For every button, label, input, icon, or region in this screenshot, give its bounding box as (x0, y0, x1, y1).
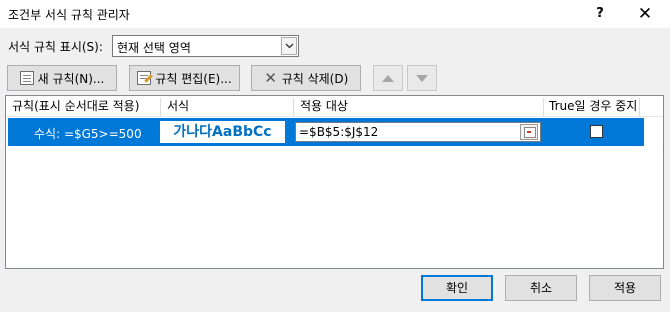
arrow-up-icon (382, 74, 394, 82)
column-header-stop-if-true[interactable]: True일 경우 중지 (545, 96, 637, 117)
chevron-down-icon[interactable] (281, 37, 297, 55)
column-divider (160, 98, 161, 116)
stop-if-true-checkbox[interactable] (590, 125, 603, 138)
title-bar: 조건부 서식 규칙 관리자 ? ✕ (0, 0, 670, 28)
arrow-down-icon (416, 74, 428, 82)
close-button[interactable]: ✕ (625, 1, 665, 27)
delete-rule-label: 규칙 삭제(D) (281, 71, 349, 86)
column-header-format[interactable]: 서식 (163, 96, 189, 117)
ok-button[interactable]: 확인 (421, 275, 493, 301)
format-preview: 가나다AaBbCc (160, 121, 285, 143)
rule-description: 수식: =$G5>=500 (34, 127, 142, 141)
table-header: 규칙(표시 순서대로 적용) 서식 적용 대상 True일 경우 중지 (6, 96, 663, 117)
column-divider (293, 98, 294, 116)
delete-rule-button[interactable]: ✕ 규칙 삭제(D) (251, 65, 361, 91)
new-rule-button[interactable]: 새 규칙(N)... (7, 65, 117, 91)
column-header-applies-to[interactable]: 적용 대상 (296, 96, 348, 117)
move-down-button[interactable] (407, 65, 437, 91)
dialog-title: 조건부 서식 규칙 관리자 (8, 8, 130, 22)
delete-x-icon: ✕ (264, 69, 277, 87)
rules-table: 규칙(표시 순서대로 적용) 서식 적용 대상 True일 경우 중지 수식: … (5, 95, 664, 269)
column-divider (639, 98, 640, 116)
edit-rule-icon (137, 71, 152, 85)
collapse-dialog-icon[interactable] (520, 124, 538, 140)
edit-rule-button[interactable]: 규칙 편집(E)... (129, 65, 240, 91)
show-rules-dropdown[interactable]: 현재 선택 영역 (112, 35, 299, 57)
new-rule-icon (19, 71, 34, 85)
column-header-rule[interactable]: 규칙(표시 순서대로 적용) (8, 96, 139, 117)
edit-rule-label: 규칙 편집(E)... (155, 71, 232, 86)
conditional-formatting-rules-manager-dialog: 조건부 서식 규칙 관리자 ? ✕ 서식 규칙 표시(S): 현재 선택 영역 … (0, 0, 670, 312)
new-rule-label: 새 규칙(N)... (37, 71, 105, 86)
applies-to-field[interactable]: =$B$5:$J$12 (295, 122, 541, 142)
cancel-button[interactable]: 취소 (505, 275, 577, 301)
apply-button[interactable]: 적용 (589, 275, 661, 301)
column-divider (543, 98, 544, 116)
table-row[interactable]: 수식: =$G5>=500 가나다AaBbCc =$B$5:$J$12 (8, 118, 644, 146)
show-rules-label: 서식 규칙 표시(S): (8, 40, 103, 54)
applies-to-value: =$B$5:$J$12 (299, 125, 379, 139)
move-up-button[interactable] (373, 65, 403, 91)
show-rules-selected-value: 현재 선택 영역 (117, 41, 191, 55)
help-button[interactable]: ? (585, 1, 615, 27)
